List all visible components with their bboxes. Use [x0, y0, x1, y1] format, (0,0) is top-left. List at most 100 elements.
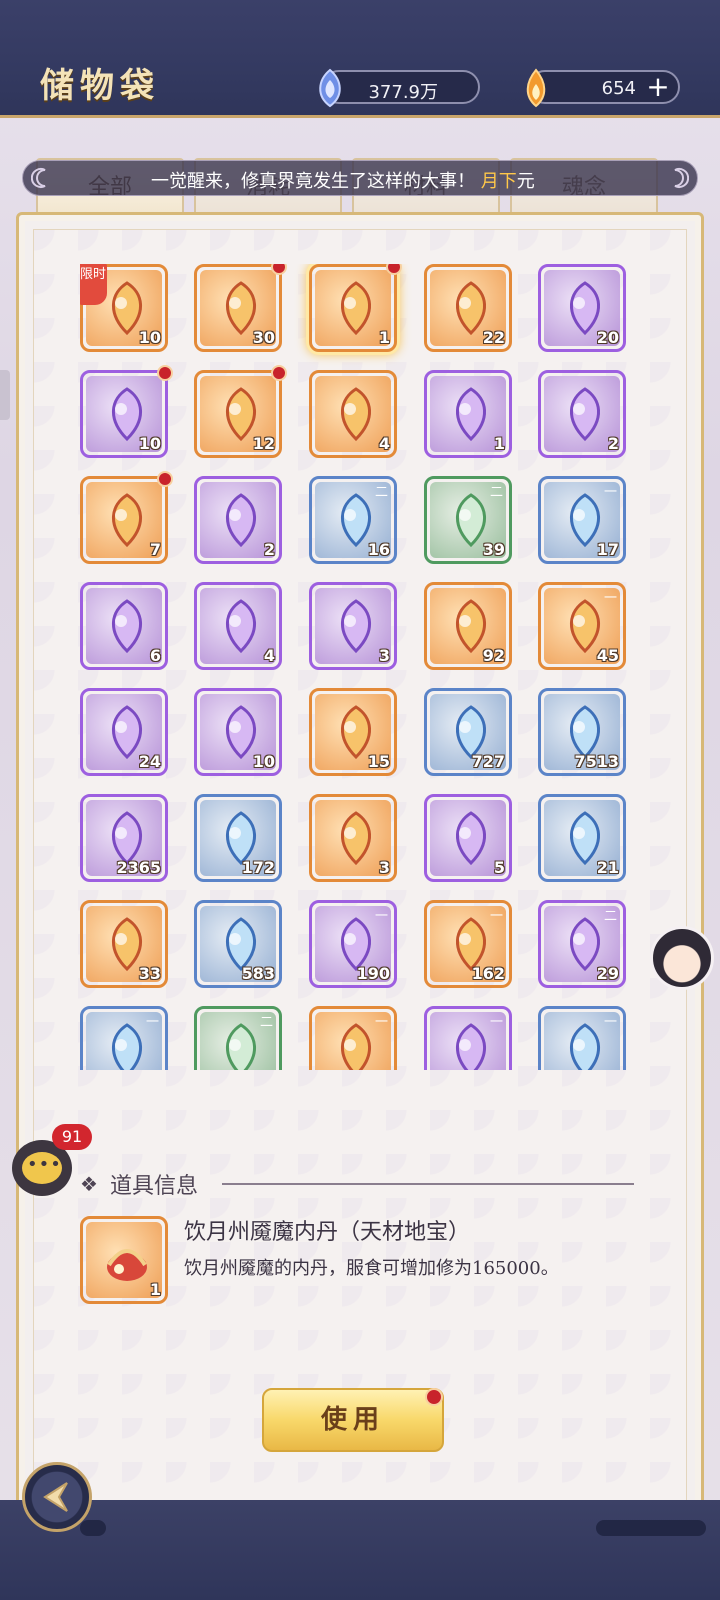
bottom-ornament — [596, 1520, 706, 1536]
inventory-slot[interactable]: 12 — [194, 365, 287, 458]
item-count: 29 — [596, 964, 619, 983]
item-count: 3 — [378, 646, 390, 665]
chat-bubble-icon — [22, 1152, 62, 1184]
inventory-slot[interactable]: 10 — [80, 365, 173, 458]
inventory-slot[interactable]: 30 — [194, 264, 287, 352]
item-count: 21 — [596, 858, 619, 877]
inventory-slot[interactable]: 二 16 — [309, 476, 397, 564]
grade-mark: 二 — [603, 909, 617, 924]
grade-mark: 一 — [603, 485, 617, 500]
grade-mark: 一 — [374, 909, 388, 924]
inventory-slot[interactable]: 15 — [309, 688, 397, 776]
item-count: 10 — [252, 752, 275, 771]
marquee-tail: 元 — [516, 171, 535, 192]
item-count: 17 — [596, 540, 619, 559]
inventory-slot[interactable]: 2365 — [80, 794, 168, 882]
announcement-marquee[interactable]: 一觉醒来，修真界竟发生了这样的大事！ 月下元 — [22, 160, 698, 196]
inventory-slot[interactable]: 一 — [538, 1006, 626, 1070]
item-count: 190 — [356, 964, 390, 983]
gold-counter: 654 + — [526, 68, 680, 108]
inventory-slot[interactable]: 92 — [424, 582, 512, 670]
inventory-slot[interactable]: 20 — [538, 264, 626, 352]
inventory-slot[interactable]: 7 — [80, 471, 173, 564]
gourd-icon — [112, 599, 142, 654]
inventory-slot[interactable]: 727 — [424, 688, 512, 776]
limited-tag: 限时 — [80, 264, 107, 305]
amethyst-icon — [456, 811, 486, 866]
grade-mark: 一 — [145, 1015, 159, 1030]
marquee-highlight: 月下 — [480, 171, 517, 192]
grade-mark: 一 — [603, 1015, 617, 1030]
item-count: 10 — [138, 434, 161, 453]
item-count: 39 — [482, 540, 505, 559]
top-header: 储物袋 377.9万 654 + — [0, 0, 720, 118]
item-description: 饮月州魇魔的内丹，服食可增加修为165000。 — [184, 1258, 559, 1279]
fire-crystal-icon — [341, 811, 371, 866]
item-count: 1 — [378, 328, 390, 347]
inventory-slot[interactable]: 3 — [309, 582, 397, 670]
inventory-slot[interactable]: 一 162 — [424, 900, 512, 988]
item-count: 583 — [241, 964, 275, 983]
item-grid[interactable]: 10 限时 30 1 22 20 10 12 4 1 2 7 2 二 16 二 39 一 17 6 4 3 92 一 45 24 1… — [80, 264, 640, 1070]
spirit-stone-counter: 377.9万 — [319, 68, 480, 108]
inventory-slot[interactable]: 6 — [80, 582, 168, 670]
inventory-slot[interactable]: 一 — [309, 1006, 397, 1070]
inventory-slot[interactable]: 5 — [424, 794, 512, 882]
inventory-slot[interactable]: 1 — [424, 370, 512, 458]
item-count: 2365 — [116, 858, 161, 877]
bottom-ornament — [80, 1520, 106, 1536]
inventory-slot[interactable]: 21 — [538, 794, 626, 882]
item-count: 12 — [252, 434, 275, 453]
new-item-dot — [157, 365, 173, 381]
inventory-slot[interactable]: 4 — [194, 582, 282, 670]
inventory-slot[interactable]: 2 — [194, 476, 282, 564]
diamond-icon: ❖ — [80, 1172, 98, 1196]
item-count: 7513 — [574, 752, 619, 771]
inventory-slot[interactable]: 4 — [309, 370, 397, 458]
new-item-dot — [271, 365, 287, 381]
item-count: 15 — [367, 752, 390, 771]
item-count: 5 — [493, 858, 505, 877]
inventory-slot[interactable]: 一 — [424, 1006, 512, 1070]
inventory-slot[interactable]: 22 — [424, 264, 512, 352]
inventory-slot[interactable]: 一 — [80, 1006, 168, 1070]
gold-flame-icon — [526, 68, 546, 108]
use-button[interactable]: 使用 — [262, 1388, 444, 1452]
selected-item-count: 1 — [149, 1280, 161, 1299]
item-count: 7 — [149, 540, 161, 559]
item-count: 2 — [263, 540, 275, 559]
inventory-slot[interactable]: 二 — [194, 1006, 282, 1070]
inventory-slot[interactable]: 二 29 — [538, 900, 626, 988]
inventory-slot[interactable]: 3 — [309, 794, 397, 882]
inventory-slot[interactable]: 1 — [309, 264, 402, 352]
inventory-slot[interactable]: 二 39 — [424, 476, 512, 564]
item-count: 3 — [378, 858, 390, 877]
inventory-slot[interactable]: 33 — [80, 900, 168, 988]
spirit-stone-value: 377.9万 — [368, 82, 438, 103]
gourd-icon — [341, 599, 371, 654]
back-button[interactable] — [22, 1462, 92, 1532]
inventory-slot[interactable]: 10 — [194, 688, 282, 776]
companion-avatar[interactable] — [650, 926, 714, 990]
inventory-slot[interactable]: 2 — [538, 370, 626, 458]
inventory-slot[interactable]: 583 — [194, 900, 282, 988]
new-item-dot — [157, 471, 173, 487]
dan-icon — [341, 281, 371, 336]
grade-mark: 二 — [374, 485, 388, 500]
new-item-dot — [271, 264, 287, 275]
side-edge-handle — [0, 370, 10, 420]
inventory-slot[interactable]: 10 限时 — [80, 264, 168, 352]
gold-value: 654 — [601, 78, 636, 99]
inventory-slot[interactable]: 172 — [194, 794, 282, 882]
item-count: 2 — [607, 434, 619, 453]
grade-mark: 一 — [603, 591, 617, 606]
item-count: 24 — [138, 752, 161, 771]
inventory-slot[interactable]: 一 190 — [309, 900, 397, 988]
add-gold-button[interactable]: + — [644, 73, 672, 102]
inventory-slot[interactable]: 一 17 — [538, 476, 626, 564]
item-count: 4 — [263, 646, 275, 665]
inventory-slot[interactable]: 7513 — [538, 688, 626, 776]
divider — [222, 1183, 634, 1185]
inventory-slot[interactable]: 一 45 — [538, 582, 626, 670]
inventory-slot[interactable]: 24 — [80, 688, 168, 776]
